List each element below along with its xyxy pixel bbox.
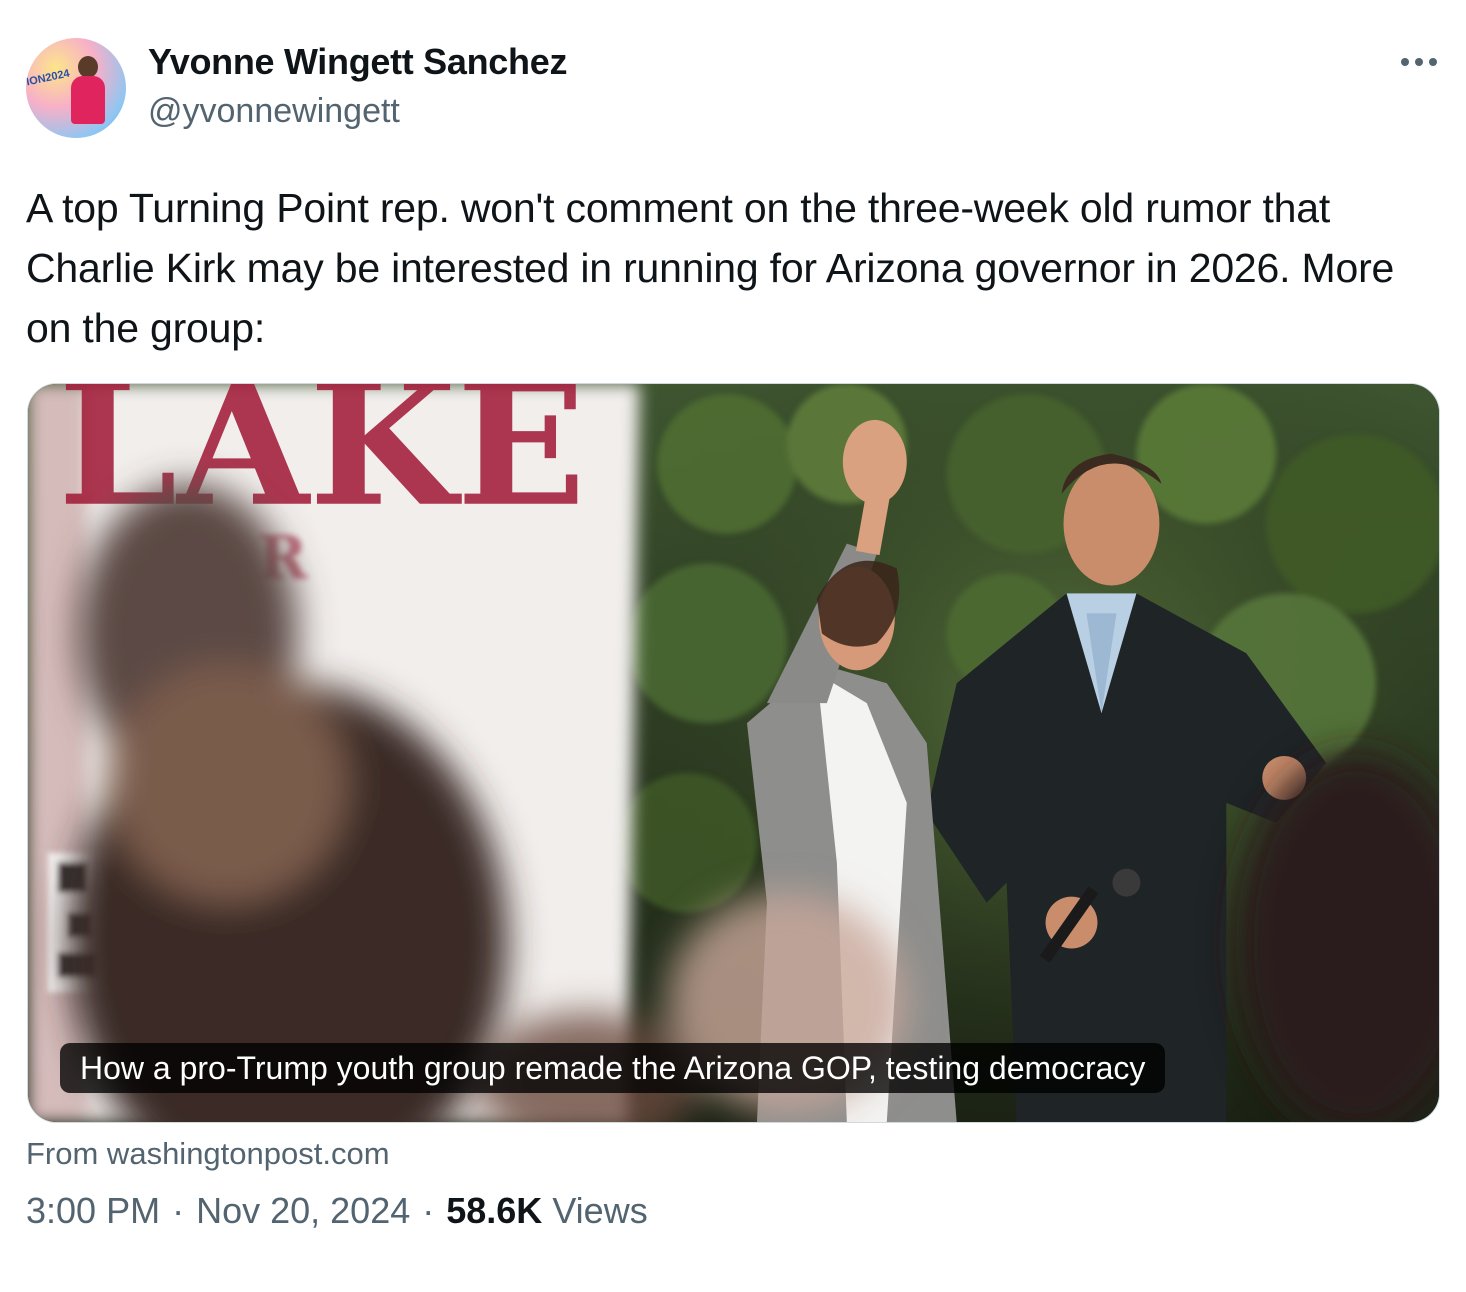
- link-card[interactable]: LAKE R: [27, 383, 1440, 1123]
- meta-separator: ·: [172, 1190, 185, 1231]
- more-dot: [1429, 58, 1437, 66]
- tweet-date[interactable]: Nov 20, 2024: [196, 1190, 410, 1232]
- link-card-caption: How a pro-Trump youth group remade the A…: [60, 1043, 1166, 1093]
- more-dot: [1415, 58, 1423, 66]
- tweet-meta: 3:00 PM · Nov 20, 2024 · 58.6K Views: [26, 1190, 648, 1232]
- link-card-source[interactable]: From washingtonpost.com: [26, 1136, 390, 1172]
- avatar-figure-head: [78, 56, 98, 78]
- meta-separator: ·: [422, 1190, 435, 1231]
- author-handle[interactable]: @yvonnewingett: [148, 92, 400, 131]
- tweet-text: A top Turning Point rep. won't comment o…: [26, 185, 1395, 351]
- avatar-badge-text: ION2024: [26, 67, 71, 89]
- author-display-name[interactable]: Yvonne Wingett Sanchez: [148, 41, 567, 83]
- link-card-image: LAKE R: [28, 384, 1439, 1122]
- author-avatar[interactable]: ION2024: [26, 38, 126, 138]
- views-count: 58.6K: [446, 1190, 543, 1231]
- more-dot: [1401, 58, 1409, 66]
- more-options-button[interactable]: [1394, 44, 1444, 80]
- views-label: Views: [552, 1190, 648, 1231]
- avatar-figure-body: [71, 76, 105, 124]
- tweet-time[interactable]: 3:00 PM: [26, 1190, 160, 1232]
